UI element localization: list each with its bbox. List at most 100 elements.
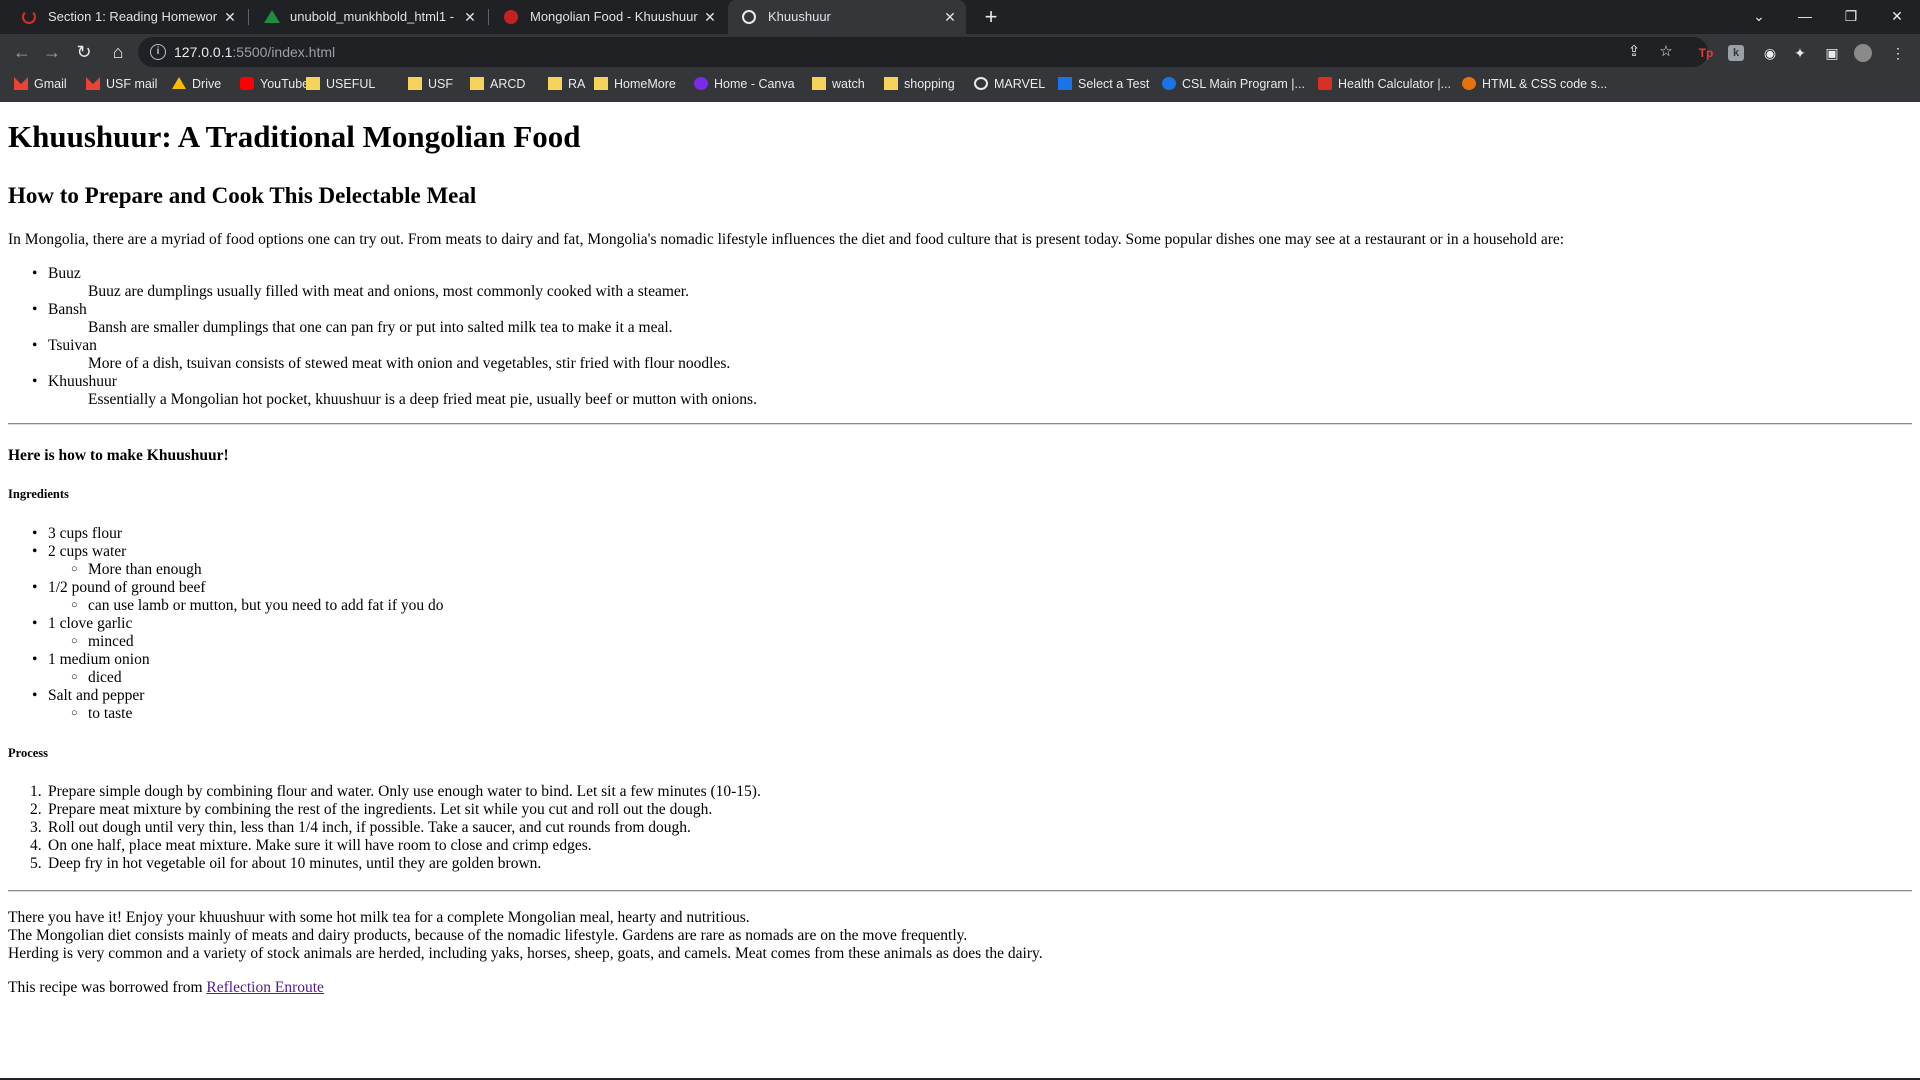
tab-google-drive[interactable]: unubold_munkhbold_html1 - Go ✕ [250, 0, 486, 34]
home-icon[interactable]: ⌂ [104, 38, 132, 66]
bookmark-homemore[interactable]: HomeMore [594, 70, 676, 98]
step-number: 4. [30, 837, 42, 854]
tab-khuushuur[interactable]: Khuushuur ✕ [728, 0, 966, 34]
reload-icon[interactable]: ↻ [70, 38, 98, 66]
bookmark-gmail[interactable]: Gmail [14, 70, 67, 98]
bookmark-html-css-code-s[interactable]: HTML & CSS code s... [1462, 70, 1607, 98]
share-icon[interactable]: ⇪ [1624, 42, 1644, 62]
bookmark-health-calculator[interactable]: Health Calculator |... [1318, 70, 1451, 98]
bookmark-marvel[interactable]: MARVEL [974, 70, 1045, 98]
bookmark-arcd[interactable]: ARCD [470, 70, 525, 98]
gmail-icon [86, 77, 100, 90]
tab-mongolian-food[interactable]: Mongolian Food - Khuushuur Re ✕ [490, 0, 726, 34]
bookmark-select-a-test[interactable]: Select a Test [1058, 70, 1149, 98]
bookmark-usf-mail[interactable]: USF mail [86, 70, 157, 98]
bookmark-label: Health Calculator |... [1338, 77, 1452, 91]
bookmark-label: USEFUL [326, 77, 376, 91]
bookmark-useful[interactable]: USEFUL [306, 70, 375, 98]
address-url[interactable]: 127.0.0.1:5500/index.html [174, 37, 335, 67]
tab-separator [248, 9, 249, 25]
source-credit: This recipe was borrowed from Reflection… [8, 979, 324, 997]
page-title: Khuushuur: A Traditional Mongolian Food [8, 119, 581, 154]
menu-kebab-icon[interactable]: ⋮ [1888, 43, 1908, 63]
extensions-puzzle-icon[interactable]: ✦ [1790, 43, 1810, 63]
minimize-icon[interactable]: — [1782, 0, 1828, 34]
site-info-icon[interactable]: i [150, 44, 166, 60]
drive-icon [264, 10, 280, 23]
step-number: 5. [30, 855, 42, 872]
bookmark-home-canva[interactable]: Home - Canva [694, 70, 795, 98]
globe-icon [974, 77, 988, 90]
bookmarks-bar: Gmail USF mail Drive YouTube USEFUL USF ARCD RA… [0, 70, 1920, 102]
side-panel-icon[interactable]: ▣ [1822, 43, 1842, 63]
folder-icon [594, 77, 608, 90]
dish-name: Bansh [32, 301, 87, 319]
process-step: 2. Prepare meat mixture by combining the … [30, 801, 713, 819]
tab-search-icon[interactable]: ⌄ [1736, 0, 1782, 34]
dish-description: Bansh are smaller dumplings that one can… [88, 319, 673, 336]
avatar[interactable] [1854, 44, 1872, 62]
ingredients-heading: Ingredients [8, 487, 69, 501]
food-icon [504, 10, 518, 24]
bookmark-csl-main-program[interactable]: CSL Main Program |... [1162, 70, 1305, 98]
close-icon[interactable]: ✕ [942, 0, 958, 34]
dish-description: Buuz are dumplings usually filled with m… [88, 283, 689, 300]
bookmark-usf[interactable]: USF [408, 70, 453, 98]
process-step: 3. Roll out dough until very thin, less t… [30, 819, 691, 837]
code-icon [1462, 77, 1476, 90]
ingredient-item: 3 cups flour [32, 525, 122, 543]
folder-icon [306, 77, 320, 90]
bookmark-star-icon[interactable]: ☆ [1656, 42, 1676, 62]
forward-icon[interactable]: → [38, 38, 66, 66]
restore-icon[interactable]: ❐ [1828, 0, 1874, 34]
ingredient-item: 2 cups water [32, 543, 126, 561]
step-text: Roll out dough until very thin, less tha… [48, 819, 691, 836]
close-icon[interactable]: ✕ [222, 0, 238, 34]
extension-k-icon[interactable]: k [1728, 45, 1744, 61]
bookmark-drive[interactable]: Drive [172, 70, 221, 98]
dish-name: Tsuivan [32, 337, 97, 355]
bookmark-label: Home - Canva [714, 77, 795, 91]
tab-title: Section 1: Reading Homework- H [48, 9, 218, 24]
ingredient-note: to taste [71, 704, 132, 723]
closing-line: The Mongolian diet consists mainly of me… [8, 927, 968, 944]
tab-title: Mongolian Food - Khuushuur Re [530, 9, 698, 24]
close-icon[interactable]: ✕ [462, 0, 478, 34]
folder-icon [548, 77, 562, 90]
bookmark-youtube[interactable]: YouTube [240, 70, 309, 98]
tab-reading-homework[interactable]: Section 1: Reading Homework- H ✕ [8, 0, 246, 34]
step-text: Prepare meat mixture by combining the re… [48, 801, 713, 818]
new-tab-button[interactable]: + [977, 0, 1005, 34]
address-bar[interactable]: i 127.0.0.1:5500/index.html ⇪ ☆ [138, 37, 1708, 67]
bookmark-shopping[interactable]: shopping [884, 70, 955, 98]
loading-spinner-icon [22, 10, 36, 24]
bookmark-label: CSL Main Program |... [1182, 77, 1305, 91]
folder-icon [470, 77, 484, 90]
step-number: 3. [30, 819, 42, 836]
bookmark-watch[interactable]: watch [812, 70, 865, 98]
bookmark-label: ARCD [490, 77, 526, 91]
close-icon[interactable]: ✕ [702, 0, 718, 34]
folder-icon [884, 77, 898, 90]
extension-tp-icon[interactable]: Tp [1696, 43, 1716, 63]
canva-icon [694, 77, 708, 90]
gmail-icon [14, 77, 28, 90]
step-number: 2. [30, 801, 42, 818]
bookmark-ra[interactable]: RA [548, 70, 585, 98]
ingredient-item: 1 medium onion [32, 651, 150, 669]
page-content: Khuushuur: A Traditional Mongolian Food … [0, 102, 1920, 1078]
youtube-icon [240, 77, 254, 90]
dish-name: Khuushuur [32, 373, 117, 391]
dish-description: More of a dish, tsuivan consists of stew… [88, 355, 731, 372]
browser-chrome: Section 1: Reading Homework- H ✕ unubold… [0, 0, 1920, 102]
ingredient-note: diced [71, 668, 121, 687]
source-link[interactable]: Reflection Enroute [206, 979, 324, 996]
window-close-icon[interactable]: ✕ [1874, 0, 1920, 34]
extension-circle-icon[interactable]: ◉ [1760, 43, 1780, 63]
bookmark-label: MARVEL [994, 77, 1046, 91]
drive-icon [172, 77, 186, 89]
ingredient-item: 1 clove garlic [32, 615, 132, 633]
back-icon[interactable]: ← [8, 38, 36, 66]
source-prefix: This recipe was borrowed from [8, 979, 207, 996]
process-step: 1. Prepare simple dough by combining flou… [30, 783, 761, 801]
